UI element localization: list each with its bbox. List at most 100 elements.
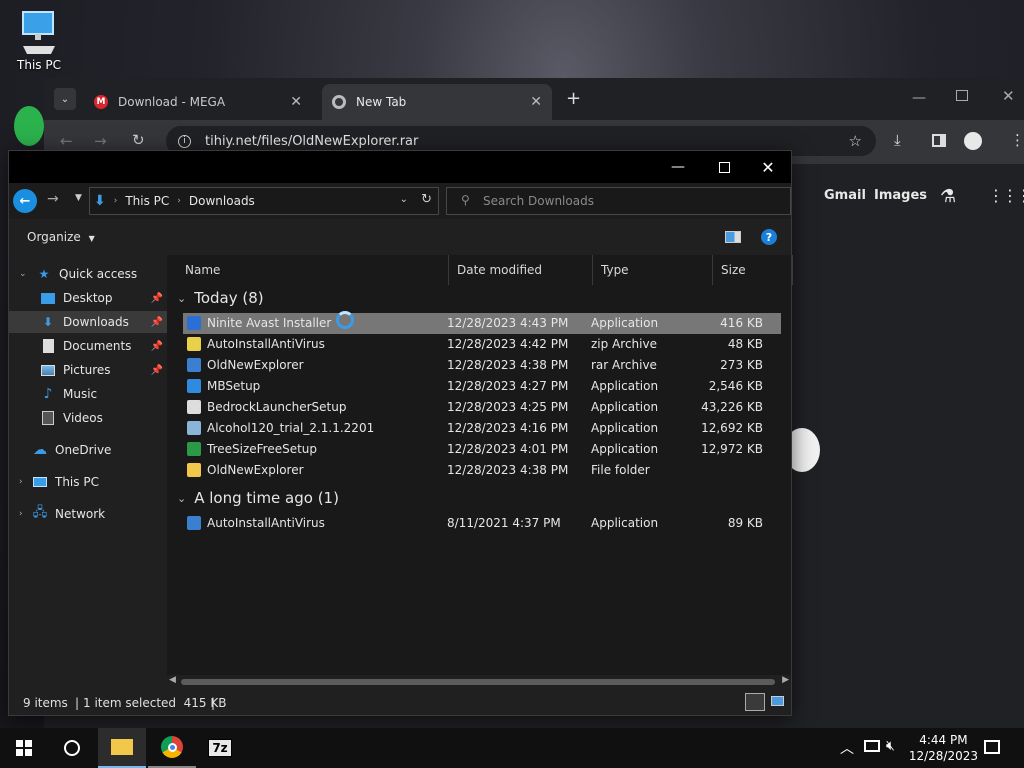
close-icon[interactable]: ✕: [530, 94, 542, 110]
clock[interactable]: 4:44 PM 12/28/2023: [909, 732, 978, 764]
selection-info: 1 item selected 415 KB: [83, 696, 227, 710]
file-type: Application: [591, 516, 659, 530]
music-icon: ♪: [43, 386, 53, 402]
column-header-date[interactable]: Date modified: [449, 255, 593, 285]
column-header-type[interactable]: Type: [593, 255, 713, 285]
nav-label: Desktop: [63, 291, 113, 305]
organize-button[interactable]: Organize ▼: [27, 230, 95, 244]
scroll-left-icon[interactable]: ◀: [169, 675, 176, 685]
search-button[interactable]: [48, 728, 96, 768]
new-tab-button[interactable]: +: [566, 88, 581, 109]
group-header-today[interactable]: ⌄ Today (8): [177, 289, 264, 307]
volume-muted-icon[interactable]: 🔇︎: [886, 738, 895, 754]
nav-onedrive[interactable]: ☁ OneDrive: [9, 439, 167, 461]
forward-icon[interactable]: →: [47, 191, 59, 207]
table-row[interactable]: MBSetup 12/28/2023 4:27 PM Application 2,54…: [183, 376, 781, 397]
table-row[interactable]: AutoInstallAntiVirus 8/11/2021 4:37 PM App…: [183, 513, 781, 534]
profile-icon[interactable]: [964, 132, 982, 150]
network-icon[interactable]: [864, 740, 880, 752]
star-icon[interactable]: ☆: [849, 132, 862, 150]
chevron-down-icon[interactable]: ⌄: [400, 194, 408, 205]
address-bar[interactable]: ⬇ › This PC › Downloads ⌄ ↻: [89, 187, 439, 215]
group-header-long-ago[interactable]: ⌄ A long time ago (1): [177, 489, 339, 507]
start-button[interactable]: [0, 728, 48, 768]
column-header-name[interactable]: Name: [177, 255, 449, 285]
horizontal-scrollbar[interactable]: ◀ ▶: [167, 675, 791, 689]
taskbar-file-explorer[interactable]: [98, 728, 146, 768]
minimize-icon[interactable]: —: [655, 151, 701, 183]
details-view-icon[interactable]: [745, 693, 765, 711]
gmail-link[interactable]: Gmail: [824, 188, 866, 203]
nav-item-music[interactable]: ♪ Music: [9, 383, 167, 405]
url-text: tihiy.net/files/OldNewExplorer.rar: [205, 133, 419, 149]
maximize-icon[interactable]: [701, 151, 747, 183]
nav-item-videos[interactable]: Videos: [9, 407, 167, 429]
images-link[interactable]: Images: [874, 188, 927, 203]
tab-search-button[interactable]: ⌄: [54, 88, 76, 110]
chevron-right-icon[interactable]: ›: [19, 477, 23, 487]
table-row[interactable]: BedrockLauncherSetup 12/28/2023 4:25 PM Ap…: [183, 397, 781, 418]
table-row[interactable]: TreeSizeFreeSetup 12/28/2023 4:01 PM Appli…: [183, 439, 781, 460]
file-date: 12/28/2023 4:38 PM: [447, 358, 569, 372]
tiles-view-icon[interactable]: [771, 696, 784, 706]
navigation-pane: ⌄ ★ Quick access Desktop 📌 ⬇ Downloads 📌…: [9, 255, 167, 685]
table-row[interactable]: Alcohol120_trial_2.1.1.2201 12/28/2023 4:…: [183, 418, 781, 439]
desktop-icon-green[interactable]: [14, 106, 44, 146]
scrollbar-thumb[interactable]: [181, 679, 775, 685]
table-row[interactable]: AutoInstallAntiVirus 12/28/2023 4:42 PM zi…: [183, 334, 781, 355]
back-icon[interactable]: ←: [60, 132, 73, 150]
close-icon[interactable]: ✕: [290, 94, 302, 110]
file-size: 89 KB: [727, 516, 763, 530]
table-row[interactable]: Ninite Avast Installer 12/28/2023 4:43 PM…: [183, 313, 781, 334]
download-icon[interactable]: ⤓: [894, 131, 901, 149]
nav-label: Downloads: [63, 315, 129, 329]
taskbar-7zip[interactable]: 7z: [196, 728, 244, 768]
preview-pane-icon[interactable]: [725, 231, 741, 243]
chrome-icon: [161, 736, 183, 758]
apps-icon[interactable]: ⋮⋮⋮: [988, 186, 1024, 205]
chrome-tab-strip: ⌄ M Download - MEGA ✕ New Tab ✕ + — ✕: [44, 78, 1024, 120]
nav-this-pc[interactable]: › This PC: [9, 471, 167, 493]
pin-icon: 📌: [150, 364, 163, 376]
close-icon[interactable]: ✕: [745, 151, 791, 183]
chevron-right-icon[interactable]: ›: [19, 509, 23, 519]
pin-icon: 📌: [150, 340, 163, 352]
table-row[interactable]: OldNewExplorer 12/28/2023 4:38 PM rar Arch…: [183, 355, 781, 376]
maximize-icon[interactable]: [956, 90, 968, 101]
file-date: 12/28/2023 4:38 PM: [447, 463, 569, 477]
tab-new-tab[interactable]: New Tab ✕: [322, 84, 552, 120]
table-row[interactable]: OldNewExplorer 12/28/2023 4:38 PM File fol…: [183, 460, 781, 481]
minimize-icon[interactable]: —: [912, 90, 926, 106]
labs-icon[interactable]: ⚗: [940, 186, 956, 207]
close-icon[interactable]: ✕: [1002, 87, 1015, 105]
desktop-icon-this-pc[interactable]: This PC: [12, 8, 66, 74]
nav-item-pictures[interactable]: Pictures 📌: [9, 359, 167, 381]
nav-item-desktop[interactable]: Desktop 📌: [9, 287, 167, 309]
column-header-size[interactable]: Size: [713, 255, 793, 285]
reload-icon[interactable]: ↻: [132, 131, 145, 149]
refresh-icon[interactable]: ↻: [421, 192, 432, 207]
tab-mega[interactable]: M Download - MEGA ✕: [84, 84, 312, 120]
scroll-right-icon[interactable]: ▶: [782, 675, 789, 685]
recent-locations-icon[interactable]: ▼: [75, 193, 82, 203]
menu-icon[interactable]: ⋮: [1010, 131, 1024, 149]
notifications-icon[interactable]: [984, 740, 1000, 754]
forward-icon[interactable]: →: [94, 132, 107, 150]
help-icon[interactable]: ?: [761, 229, 777, 245]
nav-quick-access[interactable]: ⌄ ★ Quick access: [9, 263, 167, 285]
side-panel-icon[interactable]: [932, 134, 946, 147]
picture-icon: [39, 362, 57, 378]
nav-network[interactable]: › 🖧 Network: [9, 503, 167, 525]
file-date: 8/11/2021 4:37 PM: [447, 516, 561, 530]
chevron-up-icon[interactable]: ︿: [840, 738, 854, 758]
back-button[interactable]: ←: [13, 189, 37, 213]
nav-item-documents[interactable]: Documents 📌: [9, 335, 167, 357]
nav-item-downloads[interactable]: ⬇ Downloads 📌: [9, 311, 167, 333]
file-name: MBSetup: [207, 379, 261, 393]
chevron-down-icon[interactable]: ⌄: [19, 269, 27, 279]
taskbar-chrome[interactable]: [148, 728, 196, 768]
breadcrumb-this-pc[interactable]: This PC: [125, 194, 169, 208]
breadcrumb-downloads[interactable]: Downloads: [189, 194, 255, 208]
search-input[interactable]: ⚲ Search Downloads: [446, 187, 791, 215]
desktop-icon-label: This PC: [17, 58, 61, 72]
